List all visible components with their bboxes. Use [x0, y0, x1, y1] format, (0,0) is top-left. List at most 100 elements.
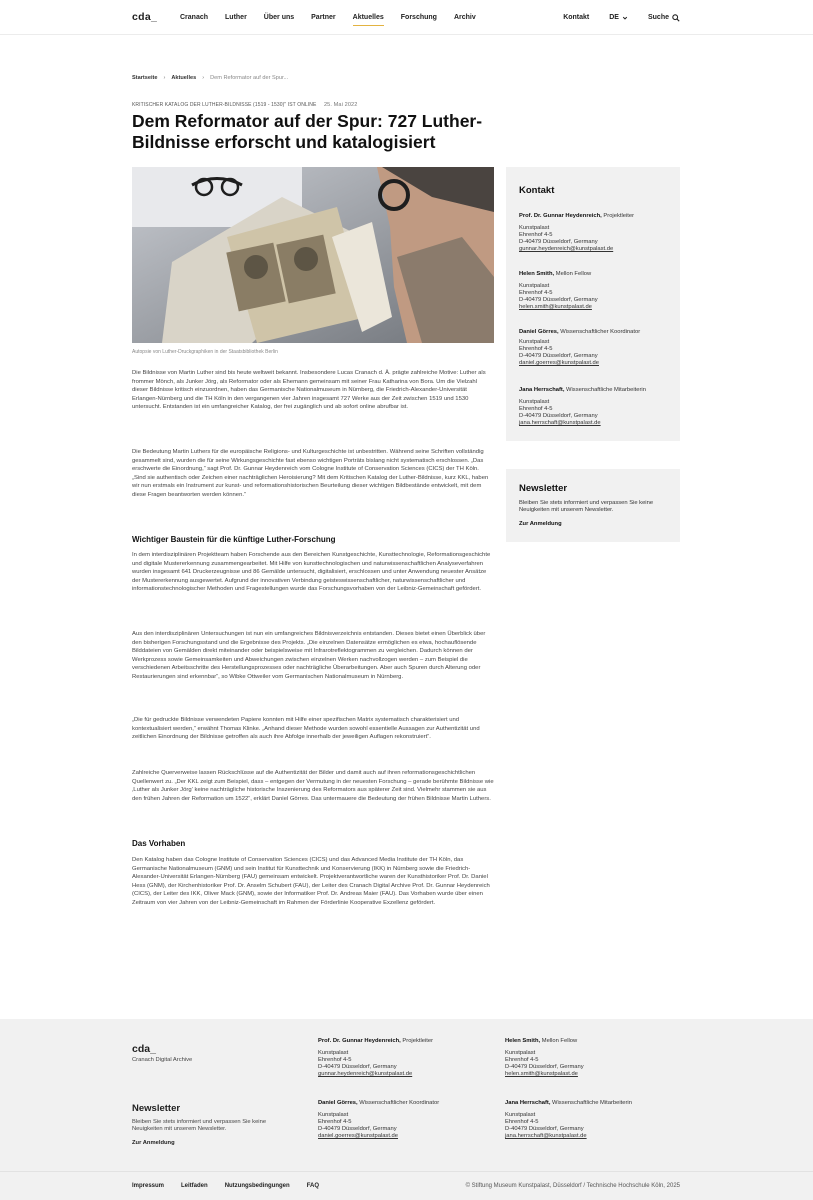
contact-entry: Helen Smith, Mellon Fellow Kunstpalast E…: [519, 271, 669, 311]
contact-address: Kunstpalast Ehrenhof 4-5 D-40479 Düsseld…: [519, 339, 669, 367]
page-title: Dem Reformator auf der Spur: 727 Luther-…: [132, 111, 483, 152]
contact-address: Kunstpalast Ehrenhof 4-5 D-40479 Düsseld…: [318, 1050, 488, 1078]
contact-city: D-40479 Düsseldorf, Germany: [505, 1064, 584, 1070]
breadcrumb-home[interactable]: Startseite: [132, 75, 158, 81]
contact-city: D-40479 Düsseldorf, Germany: [519, 413, 598, 419]
contact-email-link[interactable]: daniel.goerres@kunstpalast.de: [318, 1133, 488, 1140]
contact-city: D-40479 Düsseldorf, Germany: [519, 297, 598, 303]
footer-logo[interactable]: cda_: [132, 1043, 156, 1055]
contact-org: Kunstpalast: [519, 225, 550, 231]
contact-address: Kunstpalast Ehrenhof 4-5 D-40479 Düsseld…: [505, 1112, 675, 1140]
contact-city: D-40479 Düsseldorf, Germany: [505, 1126, 584, 1132]
newsletter-text: Bleiben Sie stets informiert und verpass…: [519, 500, 654, 514]
contact-street: Ehrenhof 4-5: [505, 1119, 539, 1125]
footer-link-impressum[interactable]: Impressum: [132, 1183, 164, 1189]
paragraph: In dem interdisziplinären Projektteam ha…: [132, 552, 491, 593]
contact-name-line: Daniel Görres, Wissenschaftlicher Koordi…: [318, 1100, 488, 1106]
paragraph: Die Bildnisse von Martin Luther sind bis…: [132, 370, 486, 411]
contact-role: Wissenschaftliche Mitarbeiterin: [564, 387, 646, 393]
search-button[interactable]: Suche: [647, 13, 680, 22]
section-heading: Das Vorhaben: [132, 839, 186, 848]
contact-city: D-40479 Düsseldorf, Germany: [519, 353, 598, 359]
contact-entry: Daniel Görres, Wissenschaftlicher Koordi…: [519, 329, 669, 367]
contact-name: Jana Herrschaft,: [519, 387, 565, 393]
newsletter-card: Newsletter Bleiben Sie stets informiert …: [506, 469, 680, 542]
language-select[interactable]: DE: [609, 14, 628, 21]
contact-name-line: Prof. Dr. Gunnar Heydenreich, Projektlei…: [318, 1038, 488, 1044]
footer-link-faq[interactable]: FAQ: [307, 1183, 319, 1189]
contact-city: D-40479 Düsseldorf, Germany: [318, 1126, 397, 1132]
contact-name: Helen Smith,: [505, 1038, 541, 1044]
nav-ueber-uns[interactable]: Über uns: [264, 0, 294, 35]
article-body: Die Bildnisse von Martin Luther sind bis…: [132, 369, 494, 926]
contact-name: Prof. Dr. Gunnar Heydenreich,: [519, 213, 602, 219]
contact-name-line: Helen Smith, Mellon Fellow: [505, 1038, 675, 1044]
contact-email-link[interactable]: helen.smith@kunstpalast.de: [505, 1071, 675, 1078]
article-date: 25. Mai 2022: [323, 102, 358, 108]
contact-name-line: Prof. Dr. Gunnar Heydenreich, Projektlei…: [519, 213, 669, 219]
paragraph: Aus den interdisziplinären Untersuchunge…: [132, 631, 486, 680]
contact-address: Kunstpalast Ehrenhof 4-5 D-40479 Düsseld…: [519, 399, 669, 427]
nav-aktuelles[interactable]: Aktuelles: [352, 0, 384, 35]
breadcrumb-section[interactable]: Aktuelles: [171, 75, 196, 81]
paragraph: Den Katalog haben das Cologne Institute …: [132, 857, 490, 906]
site-logo[interactable]: cda_: [132, 11, 157, 23]
contact-email-link[interactable]: daniel.goerres@kunstpalast.de: [519, 360, 669, 367]
nav-archiv[interactable]: Archiv: [454, 0, 476, 35]
contact-name-line: Jana Herrschaft, Wissenschaftliche Mitar…: [519, 387, 669, 393]
contact-email-link[interactable]: jana.herrschaft@kunstpalast.de: [505, 1133, 675, 1140]
contact-street: Ehrenhof 4-5: [519, 290, 553, 296]
contact-link[interactable]: Kontakt: [563, 14, 589, 21]
search-label: Suche: [647, 14, 669, 21]
contact-address: Kunstpalast Ehrenhof 4-5 D-40479 Düsseld…: [318, 1112, 488, 1140]
site-footer: cda_ Cranach Digital Archive Newsletter …: [0, 1019, 813, 1200]
footer-contact: Daniel Görres, Wissenschaftlicher Koordi…: [318, 1100, 488, 1140]
contact-link-label: Kontakt: [563, 14, 590, 21]
footer-contact: Jana Herrschaft, Wissenschaftliche Mitar…: [505, 1100, 675, 1140]
paragraph: Die Bedeutung Martin Luthers für die eur…: [132, 449, 489, 498]
contact-street: Ehrenhof 4-5: [519, 232, 553, 238]
footer-links: Impressum Leitfaden Nutzungsbedingungen …: [132, 1183, 336, 1189]
contact-org: Kunstpalast: [519, 339, 550, 345]
hero-image: [132, 167, 494, 343]
kicker-text: Kritischer Katalog der Luther-Bildnisse …: [132, 102, 317, 108]
contact-city: D-40479 Düsseldorf, Germany: [318, 1064, 397, 1070]
contact-name-line: Daniel Görres, Wissenschaftlicher Koordi…: [519, 329, 669, 335]
footer-contact: Prof. Dr. Gunnar Heydenreich, Projektlei…: [318, 1038, 488, 1078]
contact-email-link[interactable]: helen.smith@kunstpalast.de: [519, 304, 669, 311]
contact-role: Mellon Fellow: [540, 1038, 578, 1044]
contact-name-line: Helen Smith, Mellon Fellow: [519, 271, 669, 277]
contact-role: Mellon Fellow: [554, 271, 592, 277]
header-utilities: Kontakt DE Suche: [543, 0, 680, 35]
contact-role: Wissenschaftlicher Koordinator: [357, 1100, 440, 1106]
footer-newsletter-link[interactable]: Zur Anmeldung: [132, 1140, 175, 1146]
contact-org: Kunstpalast: [519, 399, 550, 405]
contact-email-link[interactable]: jana.herrschaft@kunstpalast.de: [519, 420, 669, 427]
site-header: cda_ Cranach Luther Über uns Partner Akt…: [0, 0, 813, 35]
contact-email-link[interactable]: gunnar.heydenreich@kunstpalast.de: [519, 246, 669, 253]
newsletter-title: Newsletter: [519, 483, 568, 494]
contact-address: Kunstpalast Ehrenhof 4-5 D-40479 Düsseld…: [505, 1050, 675, 1078]
language-label: DE: [609, 14, 619, 21]
footer-link-leitfaden[interactable]: Leitfaden: [181, 1183, 208, 1189]
contact-role: Wissenschaftliche Mitarbeiterin: [550, 1100, 632, 1106]
nav-partner[interactable]: Partner: [311, 0, 336, 35]
nav-luther[interactable]: Luther: [225, 0, 247, 35]
contact-org: Kunstpalast: [318, 1050, 349, 1056]
footer-link-nutzungsbedingungen[interactable]: Nutzungsbedingungen: [225, 1183, 290, 1189]
chevron-down-icon: [622, 16, 628, 20]
contact-name: Daniel Görres,: [519, 329, 559, 335]
contact-name: Helen Smith,: [519, 271, 555, 277]
section-heading: Wichtiger Baustein für die künftige Luth…: [132, 535, 336, 544]
contact-email-link[interactable]: gunnar.heydenreich@kunstpalast.de: [318, 1071, 488, 1078]
newsletter-signup-link[interactable]: Zur Anmeldung: [519, 521, 562, 527]
contact-name: Prof. Dr. Gunnar Heydenreich,: [318, 1038, 401, 1044]
contact-org: Kunstpalast: [505, 1112, 536, 1118]
contact-role: Projektleiter: [601, 213, 635, 219]
contact-title: Kontakt: [519, 185, 555, 196]
contact-org: Kunstpalast: [505, 1050, 536, 1056]
contact-address: Kunstpalast Ehrenhof 4-5 D-40479 Düsseld…: [519, 225, 669, 253]
contact-entry: Prof. Dr. Gunnar Heydenreich, Projektlei…: [519, 213, 669, 253]
nav-forschung[interactable]: Forschung: [401, 0, 437, 35]
nav-cranach[interactable]: Cranach: [180, 0, 208, 35]
